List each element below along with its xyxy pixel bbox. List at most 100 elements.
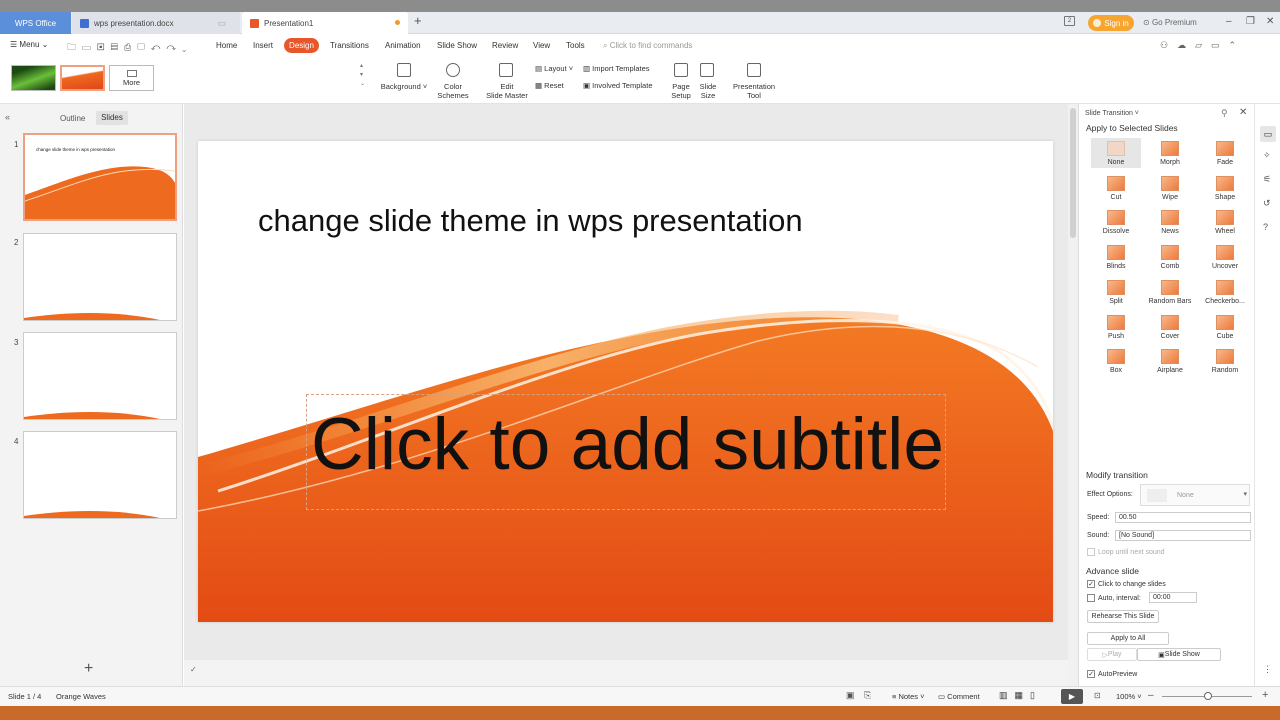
add-slide-icon[interactable]: +: [84, 660, 93, 678]
panel-header[interactable]: Slide Transition ˅: [1085, 110, 1139, 117]
transition-dissolve[interactable]: Dissolve: [1091, 207, 1141, 237]
sound-select[interactable]: [No Sound]: [1115, 530, 1251, 541]
transition-airplane[interactable]: Airplane: [1145, 346, 1195, 376]
current-slide[interactable]: change slide theme in wps presentation C…: [198, 141, 1053, 622]
transition-wipe[interactable]: Wipe: [1145, 173, 1195, 203]
transition-blinds[interactable]: Blinds: [1091, 242, 1141, 272]
outline-tab[interactable]: Outline: [60, 114, 85, 123]
zoom-fit-icon[interactable]: ⊡: [1094, 691, 1101, 700]
menu-transitions[interactable]: Transitions: [330, 41, 369, 50]
menu-view[interactable]: View: [533, 41, 550, 50]
import-templates-button[interactable]: ▥ Import Templates: [583, 64, 650, 73]
slide-size-button[interactable]: Slide Size: [693, 82, 723, 100]
transition-wheel[interactable]: Wheel: [1200, 207, 1250, 237]
settings-sliders-icon[interactable]: ⚟: [1263, 174, 1271, 185]
play-button[interactable]: ▷ Play: [1087, 648, 1137, 661]
slide-thumbnail-2[interactable]: [23, 233, 177, 321]
slides-tab[interactable]: Slides: [96, 111, 128, 125]
zoom-in-icon[interactable]: +: [1262, 689, 1268, 701]
click-change-checkbox[interactable]: ✓ Click to change slides: [1087, 580, 1166, 588]
transition-cut[interactable]: Cut: [1091, 173, 1141, 203]
transition-shape[interactable]: Shape: [1200, 173, 1250, 203]
close-window-icon[interactable]: ✕: [1266, 16, 1274, 27]
scroll-thumb[interactable]: [1070, 108, 1076, 238]
menu-insert[interactable]: Insert: [253, 41, 273, 50]
zoom-level[interactable]: 100% ˅: [1116, 692, 1142, 701]
transition-checkerbo[interactable]: Checkerbo...: [1200, 277, 1250, 307]
pin-icon[interactable]: ⚲: [1221, 108, 1228, 119]
zoom-slider-thumb[interactable]: [1204, 692, 1212, 700]
menu-button[interactable]: ☰ Menu ⌄: [10, 40, 48, 49]
more-themes-button[interactable]: More: [109, 65, 154, 91]
transition-news[interactable]: News: [1145, 207, 1195, 237]
find-commands-search[interactable]: ⌕ Click to find commands: [603, 41, 692, 51]
animation-icon[interactable]: ✧: [1263, 150, 1271, 161]
zoom-out-icon[interactable]: –: [1148, 690, 1154, 701]
fit-icon[interactable]: ▣: [846, 690, 855, 701]
slide-show-button[interactable]: ▣ Slide Show: [1137, 648, 1221, 661]
tab-document[interactable]: wps presentation.docx ▭: [72, 12, 240, 34]
reset-button[interactable]: ▦ Reset: [535, 81, 564, 90]
subtitle-placeholder[interactable]: Click to add subtitle: [311, 403, 944, 486]
slide-thumbnail-1[interactable]: change slide theme in wps presentation: [23, 133, 177, 221]
loop-checkbox[interactable]: Loop until next sound: [1087, 548, 1165, 556]
layout-button[interactable]: ▤ Layout ˅: [535, 64, 573, 73]
vertical-scrollbar[interactable]: [1068, 104, 1078, 686]
collapse-panel-icon[interactable]: «: [5, 112, 10, 122]
page-count-icon[interactable]: 2: [1064, 16, 1075, 26]
speed-input[interactable]: 00.50: [1115, 512, 1251, 523]
transition-pane-icon[interactable]: ▭: [1260, 126, 1276, 142]
transition-uncover[interactable]: Uncover: [1200, 242, 1250, 272]
play-slideshow-icon[interactable]: ▶: [1061, 689, 1083, 704]
restore-icon[interactable]: ❐: [1246, 16, 1255, 27]
history-icon[interactable]: ↺: [1263, 198, 1271, 209]
help-icon[interactable]: ?: [1263, 222, 1268, 232]
color-schemes-button[interactable]: Color Schemes: [430, 82, 476, 100]
page-setup-button[interactable]: Page Setup: [666, 82, 696, 100]
new-tab-icon[interactable]: +: [414, 13, 422, 28]
close-panel-icon[interactable]: ✕: [1239, 107, 1247, 118]
menu-tools[interactable]: Tools: [566, 41, 585, 50]
slide-thumbnail-3[interactable]: [23, 332, 177, 420]
tab-presentation[interactable]: Presentation1: [242, 12, 408, 34]
theme-thumb-green[interactable]: [11, 65, 56, 91]
slide-thumbnail-4[interactable]: [23, 431, 177, 519]
tab-wps-office[interactable]: WPS Office: [0, 12, 71, 34]
theme-scroll[interactable]: ▴ ▾ ⌄: [360, 62, 368, 92]
transition-morph[interactable]: Morph: [1145, 138, 1195, 168]
tab-pin-icon[interactable]: ▭: [217, 18, 226, 29]
transition-cover[interactable]: Cover: [1145, 312, 1195, 342]
background-button[interactable]: Background ˅: [378, 82, 430, 91]
menu-home[interactable]: Home: [216, 41, 237, 50]
transition-none[interactable]: None: [1091, 138, 1141, 168]
rehearse-button[interactable]: Rehearse This Slide: [1087, 610, 1159, 623]
transition-random-bars[interactable]: Random Bars: [1145, 277, 1195, 307]
involved-template-button[interactable]: ▣ Involved Template: [583, 81, 653, 90]
auto-interval-checkbox[interactable]: Auto, interval:: [1087, 594, 1141, 602]
effect-options-select[interactable]: None ▾: [1140, 484, 1250, 506]
transition-push[interactable]: Push: [1091, 312, 1141, 342]
notes-bar[interactable]: ✓: [184, 660, 1068, 686]
transition-box[interactable]: Box: [1091, 346, 1141, 376]
transition-split[interactable]: Split: [1091, 277, 1141, 307]
slide-title[interactable]: change slide theme in wps presentation: [258, 203, 803, 239]
apply-to-all-button[interactable]: Apply to All: [1087, 632, 1169, 645]
sign-in-button[interactable]: Sign in: [1088, 15, 1134, 31]
protect-icon[interactable]: ⎘: [864, 690, 871, 701]
view-mode-icons[interactable]: ▥▦▯: [999, 690, 1042, 701]
menu-review[interactable]: Review: [492, 41, 518, 50]
comment-button[interactable]: ▭ Comment: [938, 692, 980, 701]
menu-animation[interactable]: Animation: [385, 41, 421, 50]
more-options-icon[interactable]: ⋮: [1263, 664, 1272, 675]
presentation-tool-button[interactable]: Presentation Tool: [726, 82, 782, 100]
menu-slide-show[interactable]: Slide Show: [437, 41, 477, 50]
edit-slide-master-button[interactable]: Edit Slide Master: [480, 82, 534, 100]
notes-button[interactable]: ≡ Notes ˅: [892, 692, 925, 701]
interval-input[interactable]: 00:00: [1149, 592, 1197, 603]
transition-comb[interactable]: Comb: [1145, 242, 1195, 272]
autopreview-checkbox[interactable]: ✓ AutoPreview: [1087, 670, 1137, 678]
transition-random[interactable]: Random: [1200, 346, 1250, 376]
share-tools-icons[interactable]: ⚇☁▱▭⌃: [1160, 40, 1245, 51]
go-premium-link[interactable]: ⊙ Go Premium: [1143, 18, 1197, 27]
minimize-icon[interactable]: –: [1226, 16, 1232, 27]
